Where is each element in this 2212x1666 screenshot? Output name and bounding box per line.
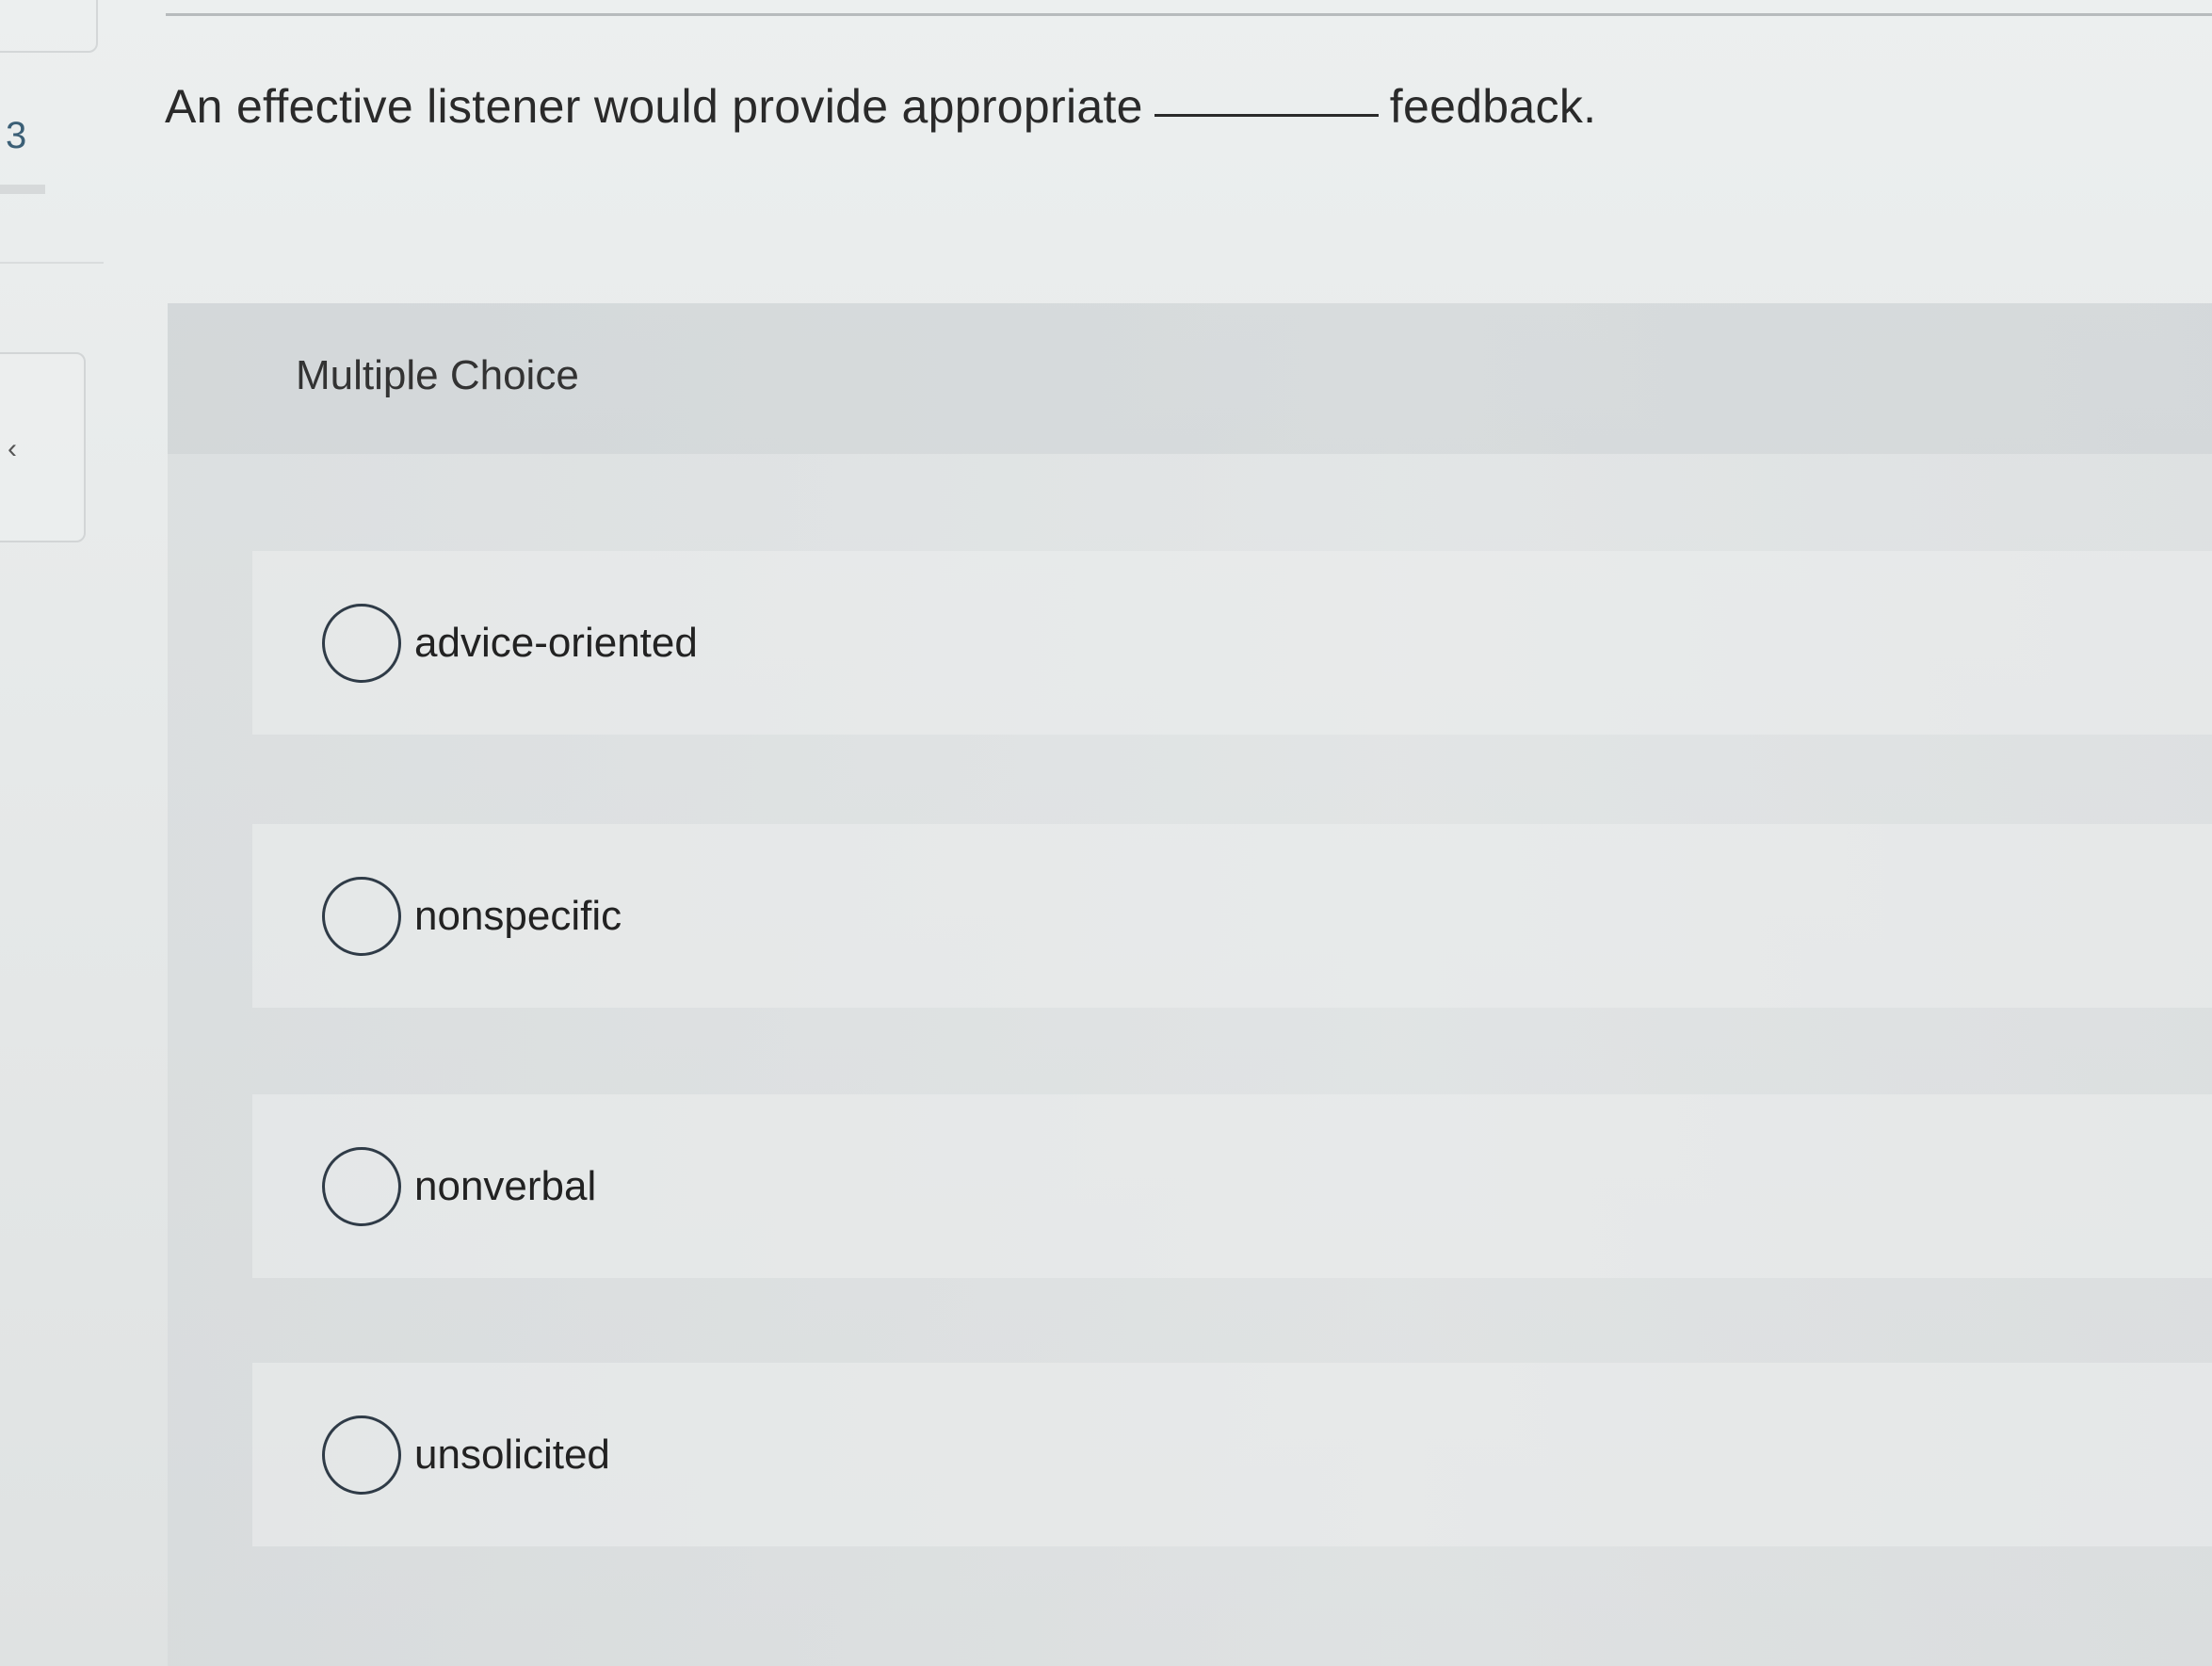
answer-option-label[interactable]: advice-oriented — [414, 620, 698, 667]
top-divider — [166, 13, 2212, 16]
answer-option[interactable]: nonverbal — [252, 1094, 2212, 1278]
multiple-choice-panel: Multiple Choice advice-oriented nonspeci… — [168, 303, 2212, 1666]
question-text: An effective listener would provide appr… — [165, 79, 1596, 134]
answer-option-label[interactable]: unsolicited — [414, 1431, 610, 1479]
radio-button[interactable] — [322, 1415, 401, 1495]
chevron-left-icon[interactable]: ‹ — [8, 435, 17, 463]
answer-option-label[interactable]: nonverbal — [414, 1163, 596, 1210]
radio-button[interactable] — [322, 876, 401, 956]
sidebar-divider — [0, 262, 104, 264]
question-text-after: feedback. — [1389, 80, 1597, 133]
answer-option[interactable]: unsolicited — [252, 1363, 2212, 1546]
answer-option[interactable]: advice-oriented — [252, 551, 2212, 735]
sidebar-top-card — [0, 0, 98, 53]
answer-option[interactable]: nonspecific — [252, 824, 2212, 1008]
multiple-choice-header: Multiple Choice — [168, 303, 2212, 454]
sidebar-collapse-card[interactable]: ‹ — [0, 352, 86, 542]
question-number-indicator — [0, 185, 45, 194]
radio-button[interactable] — [322, 1146, 401, 1226]
answer-option-label[interactable]: nonspecific — [414, 893, 622, 940]
radio-button[interactable] — [322, 603, 401, 683]
question-blank — [1154, 112, 1379, 117]
question-number: 3 — [6, 115, 27, 156]
question-text-before: An effective listener would provide appr… — [165, 80, 1143, 133]
multiple-choice-label: Multiple Choice — [296, 352, 579, 398]
